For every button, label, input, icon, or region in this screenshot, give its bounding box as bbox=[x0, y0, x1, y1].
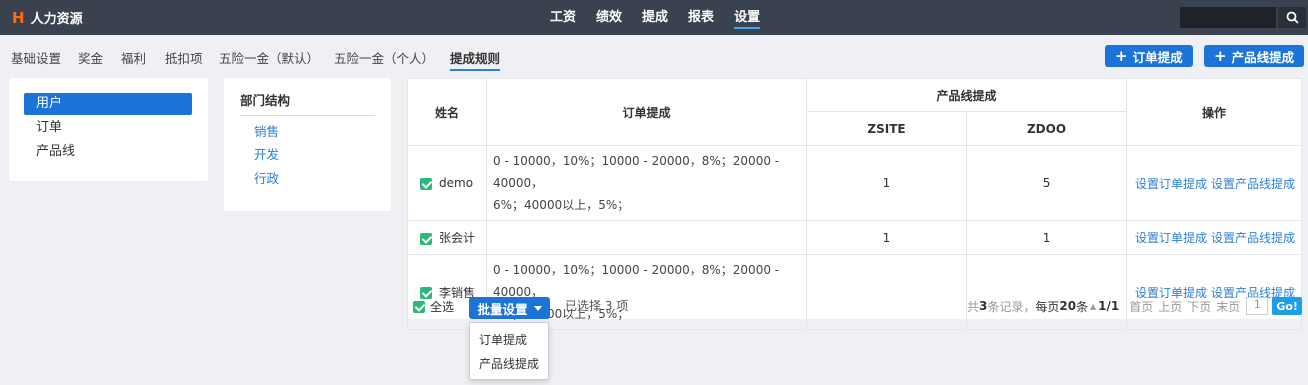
set-product-commission-link[interactable]: 设置产品线提成 bbox=[1211, 177, 1295, 191]
divider bbox=[240, 115, 375, 116]
col-header-product-commission: 产品线提成 bbox=[805, 78, 1128, 112]
zdoo-value: 1 bbox=[965, 220, 1128, 255]
menu-user[interactable]: 用户 bbox=[24, 93, 192, 115]
select-all-checkbox[interactable] bbox=[413, 300, 425, 313]
dept-title: 部门结构 bbox=[240, 93, 291, 108]
search-button[interactable] bbox=[1278, 7, 1306, 28]
plus-icon: + bbox=[1214, 46, 1227, 65]
dropdown-product-commission[interactable]: 产品线提成 bbox=[479, 355, 539, 372]
per-page-value[interactable]: 20 bbox=[1059, 299, 1076, 313]
set-order-commission-link[interactable]: 设置订单提成 bbox=[1135, 177, 1207, 191]
pager-text: 条记录， bbox=[987, 299, 1036, 314]
app-title: 人力资源 bbox=[30, 12, 83, 27]
total-records: 3 bbox=[979, 299, 988, 313]
col-header-actions: 操作 bbox=[1126, 78, 1303, 146]
commission-table-panel: 姓名 订单提成 产品线提成 操作 ZSITE ZDOO demo 0 - 100… bbox=[407, 78, 1303, 330]
actions-cell: 设置订单提成 设置产品线提成 bbox=[1126, 145, 1303, 221]
search-input[interactable] bbox=[1180, 7, 1276, 28]
subnav-commission-rules[interactable]: 提成规则 bbox=[450, 48, 501, 71]
pager: 共 3 条记录， 每页 20 条 ▴ 1/1 首页 上页 下页 末页 1 Go! bbox=[967, 297, 1302, 315]
name-cell: demo bbox=[407, 145, 487, 221]
nav-salary[interactable]: 工资 bbox=[540, 0, 586, 35]
app-logo: H bbox=[12, 8, 25, 27]
menu-order[interactable]: 订单 bbox=[24, 117, 192, 139]
page-number-input[interactable]: 1 bbox=[1246, 297, 1269, 315]
col-header-zdoo: ZDOO bbox=[965, 111, 1128, 146]
last-page-link[interactable]: 末页 bbox=[1216, 298, 1240, 315]
nav-performance[interactable]: 绩效 bbox=[586, 0, 632, 35]
select-all[interactable]: 全选 bbox=[413, 298, 454, 315]
set-product-commission-link[interactable]: 设置产品线提成 bbox=[1211, 231, 1295, 245]
zdoo-value: 5 bbox=[965, 145, 1128, 221]
zsite-value: 1 bbox=[806, 220, 967, 255]
table-row: 张会计 1 1 设置订单提成 设置产品线提成 bbox=[407, 220, 1303, 255]
dept-item-admin[interactable]: 行政 bbox=[254, 168, 279, 187]
add-product-commission-button[interactable]: + 产品线提成 bbox=[1204, 45, 1305, 67]
dept-item-dev[interactable]: 开发 bbox=[254, 144, 279, 163]
batch-settings-button[interactable]: 批量设置 bbox=[469, 297, 550, 319]
batch-settings-label: 批量设置 bbox=[477, 301, 528, 317]
search-icon bbox=[1286, 11, 1299, 24]
zsite-value: 1 bbox=[806, 145, 967, 221]
prev-page-link[interactable]: 上页 bbox=[1158, 298, 1182, 315]
user-name: 张会计 bbox=[439, 231, 476, 245]
name-cell: 张会计 bbox=[407, 220, 487, 255]
user-name: demo bbox=[439, 176, 474, 190]
table-row: demo 0 - 10000，10%；10000 - 20000，8%；2000… bbox=[407, 145, 1303, 221]
dropdown-order-commission[interactable]: 订单提成 bbox=[479, 331, 527, 348]
plus-icon: + bbox=[1115, 46, 1128, 65]
caret-down-icon bbox=[533, 305, 542, 311]
pager-text: 共 bbox=[967, 299, 980, 314]
batch-settings-dropdown: 订单提成 产品线提成 bbox=[469, 322, 549, 380]
subnav-basic-settings[interactable]: 基础设置 bbox=[11, 48, 61, 67]
subnav-bonus[interactable]: 奖金 bbox=[78, 48, 103, 67]
sub-nav: 基础设置 奖金 福利 抵扣项 五险一金（默认） 五险一金（个人） 提成规则 + … bbox=[0, 35, 1308, 77]
order-rule-cell bbox=[486, 220, 807, 255]
add-order-commission-button[interactable]: + 订单提成 bbox=[1105, 45, 1193, 67]
app-brand[interactable]: H 人力资源 bbox=[12, 8, 83, 28]
nav-reports[interactable]: 报表 bbox=[678, 0, 724, 35]
next-page-link[interactable]: 下页 bbox=[1187, 298, 1211, 315]
col-header-name: 姓名 bbox=[407, 78, 487, 146]
subnav-insurance-personal[interactable]: 五险一金（个人） bbox=[334, 48, 434, 67]
actions-cell: 设置订单提成 设置产品线提成 bbox=[1126, 220, 1303, 255]
row-checkbox[interactable] bbox=[420, 177, 432, 190]
table-footer: 全选 批量设置 已选择 3 项 共 3 条记录， 每页 20 条 ▴ 1/1 首… bbox=[407, 291, 1302, 319]
category-menu: 用户 订单 产品线 bbox=[9, 78, 208, 181]
nav-settings[interactable]: 设置 bbox=[724, 0, 770, 35]
menu-product-line[interactable]: 产品线 bbox=[24, 141, 192, 163]
rule-text: 6%；40000以上，5%； bbox=[493, 198, 630, 212]
nav-commission[interactable]: 提成 bbox=[632, 0, 678, 35]
per-page-label[interactable]: 每页 bbox=[1035, 298, 1059, 315]
order-rule-cell: 0 - 10000，10%；10000 - 20000，8%；20000 - 4… bbox=[486, 145, 807, 221]
rule-text: 0 - 10000，10%；10000 - 20000，8%；20000 - 4… bbox=[493, 154, 780, 190]
subnav-insurance-default[interactable]: 五险一金（默认） bbox=[219, 48, 319, 67]
row-checkbox[interactable] bbox=[420, 232, 432, 245]
select-all-label: 全选 bbox=[430, 300, 455, 314]
subnav-deductions[interactable]: 抵扣项 bbox=[165, 48, 203, 67]
set-order-commission-link[interactable]: 设置订单提成 bbox=[1135, 231, 1207, 245]
per-page-label: 条 bbox=[1076, 299, 1089, 314]
top-navbar: H 人力资源 工资 绩效 提成 报表 设置 bbox=[0, 0, 1308, 35]
dept-item-sales[interactable]: 销售 bbox=[254, 121, 279, 140]
col-header-zsite: ZSITE bbox=[806, 111, 967, 146]
col-header-order-commission: 订单提成 bbox=[486, 78, 807, 146]
department-tree: 部门结构 销售 开发 行政 bbox=[224, 78, 391, 211]
main-nav: 工资 绩效 提成 报表 设置 bbox=[540, 0, 770, 35]
page-info: 1/1 bbox=[1098, 299, 1120, 313]
caret-icon: ▴ bbox=[1090, 299, 1097, 313]
first-page-link[interactable]: 首页 bbox=[1129, 298, 1153, 315]
go-button[interactable]: Go! bbox=[1272, 297, 1302, 315]
subnav-benefits[interactable]: 福利 bbox=[121, 48, 146, 67]
selected-count: 已选择 3 项 bbox=[565, 299, 629, 313]
